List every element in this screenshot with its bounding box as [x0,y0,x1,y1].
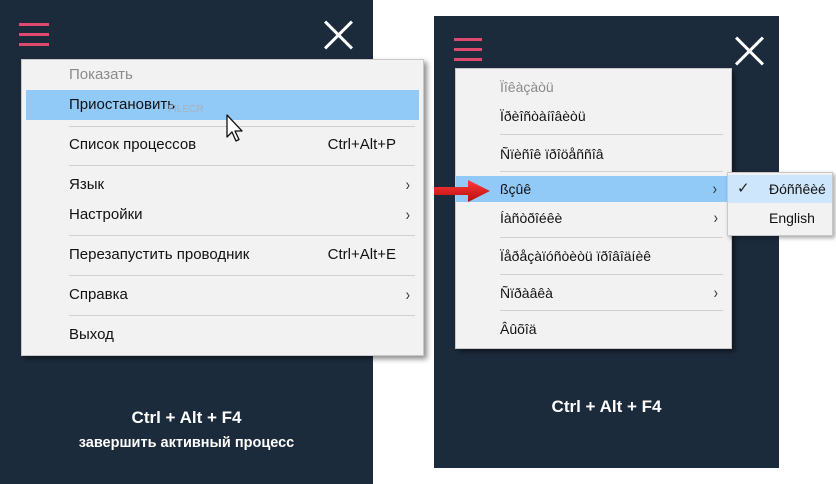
menu-separator [69,165,415,166]
context-menu-right: Ïîêàçàòü Ïðèîñòàíîâèòü Ñïèñîê ïðîöåññîâ … [455,68,732,349]
menu-item-label: Ïðèîñòàíîâèòü [500,108,586,124]
menu-item-label: Ïåðåçàïóñòèòü ïðîâîäíèê [500,248,652,264]
red-arrow-icon [434,180,490,202]
mouse-cursor-icon [226,114,243,142]
menu-item-shortcut: Ctrl+Alt+E [327,246,396,263]
chevron-right-icon: › [405,284,410,305]
menu-item-label: Настройки [69,206,143,223]
submenu-item-label: Ðóññêèé [769,181,826,197]
submenu-item-russian[interactable]: ✓ Ðóññêèé [728,175,832,203]
shortcut-label: Ctrl + Alt + F4 [551,397,662,416]
menu-item-show[interactable]: Ïîêàçàòü [456,74,731,100]
menu-separator [69,235,415,236]
chevron-right-icon: › [405,204,410,225]
watermark-text: FILECR [168,104,204,115]
context-menu-left: Показать Приостановить FILECR Список про… [21,59,424,356]
submenu-item-english[interactable]: English [728,204,832,232]
menu-item-label: Справка [69,286,128,303]
hamburger-menu-icon[interactable] [454,38,482,62]
shortcut-description: завершить активный процесс [78,435,295,451]
watermark: FILECR [168,104,204,115]
language-submenu: ✓ Ðóññêèé English [727,172,833,236]
chevron-right-icon: › [713,207,718,228]
menu-item-label: Выход [69,326,114,343]
menu-item-help[interactable]: Справка › [22,280,423,310]
hamburger-menu-icon[interactable] [19,23,49,47]
menu-item-label: Ïîêàçàòü [500,79,554,95]
submenu-item-label: English [769,210,815,226]
menu-item-label: Приостановить [69,96,176,113]
menu-item-language[interactable]: Язык › [22,170,423,200]
menu-item-settings[interactable]: Настройки › [22,200,423,230]
menu-item-settings[interactable]: Íàñòðîéêè › [456,205,731,231]
menu-item-show[interactable]: Показать [22,60,423,90]
menu-item-label: ßçûê [500,181,532,197]
menu-item-shortcut: Ctrl+Alt+P [327,136,396,153]
menu-item-restart-explorer[interactable]: Перезапустить проводник Ctrl+Alt+E [22,240,423,270]
menu-item-process-list[interactable]: Список процессов Ctrl+Alt+P [22,130,423,160]
shortcut-label: Ctrl + Alt + F4 [131,408,242,427]
menu-item-label: Язык [69,176,105,193]
menu-separator [500,274,723,275]
menu-separator [500,171,723,172]
menu-item-pause[interactable]: Приостановить [26,90,419,120]
menu-separator [69,275,415,276]
menu-item-language[interactable]: ßçûê › [456,176,727,202]
menu-item-label: Âûõîä [500,321,537,337]
chevron-right-icon: › [713,282,718,303]
menu-separator [500,237,723,238]
menu-item-help[interactable]: Ñïðàâêà › [456,280,731,306]
close-icon[interactable] [323,19,355,51]
close-icon[interactable] [734,35,764,65]
menu-item-label: Перезапустить проводник [69,246,250,263]
menu-item-label: Ñïèñîê ïðîöåññîâ [500,146,604,162]
menu-separator [500,134,723,135]
menu-item-label: Список процессов [69,136,197,153]
menu-item-pause[interactable]: Ïðèîñòàíîâèòü [456,103,731,129]
menu-item-label: Ñïðàâêà [500,285,553,301]
menu-item-exit[interactable]: Âûõîä [456,316,731,342]
menu-separator [500,310,723,311]
checkmark-icon: ✓ [737,180,750,197]
menu-separator [69,315,415,316]
menu-item-label: Íàñòðîéêè [500,210,563,226]
menu-item-exit[interactable]: Выход [22,320,423,350]
menu-item-label: Показать [69,66,133,83]
menu-item-process-list[interactable]: Ñïèñîê ïðîöåññîâ [456,141,731,167]
menu-item-restart-explorer[interactable]: Ïåðåçàïóñòèòü ïðîâîäíèê [456,243,731,269]
